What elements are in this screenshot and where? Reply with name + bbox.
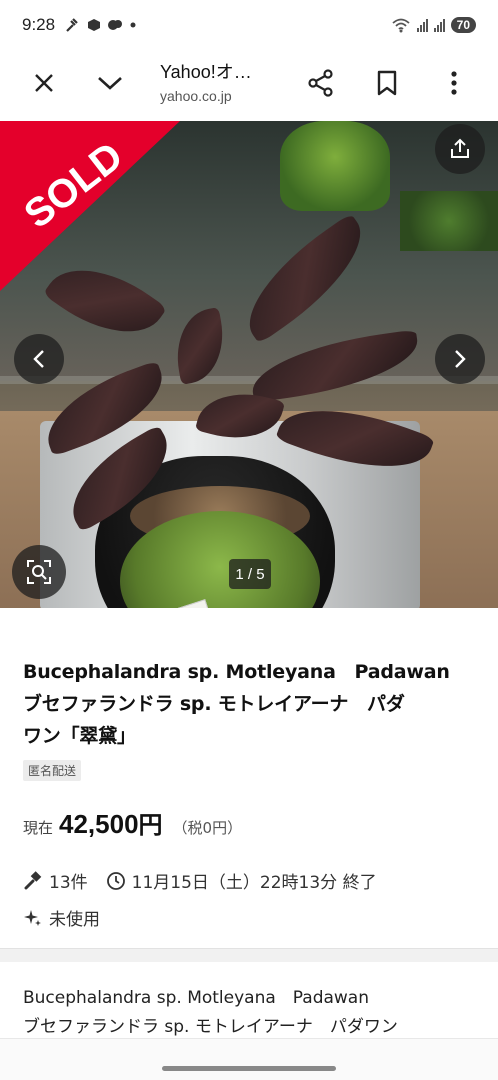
- previous-image-button[interactable]: [14, 334, 64, 384]
- chevron-right-icon: [455, 350, 466, 368]
- app-notification-icon: [88, 19, 101, 31]
- tax-amount: （税0円）: [172, 819, 243, 837]
- sold-ribbon: SOLD: [0, 121, 180, 291]
- price-value: 42,500: [59, 809, 139, 839]
- chevron-down-icon: [98, 77, 122, 90]
- browser-toolbar: Yahoo!オ… yahoo.co.jp: [0, 50, 498, 116]
- share-image-button[interactable]: [435, 124, 485, 174]
- description-line: Bucephalandra sp. Motleyana Padawan: [23, 988, 369, 1008]
- price-row: 現在 42,500円 （税0円）: [23, 805, 475, 840]
- bid-count[interactable]: 13件: [49, 868, 88, 893]
- wifi-icon: [392, 18, 410, 33]
- page-url: yahoo.co.jp: [160, 88, 232, 104]
- bookmark-icon: [377, 70, 397, 96]
- section-divider: [0, 948, 498, 962]
- image-search-button[interactable]: [12, 545, 66, 599]
- item-description: Bucephalandra sp. Motleyana Padawan ブセファ…: [23, 984, 483, 1042]
- page-title: Yahoo!オ…: [160, 62, 252, 82]
- item-title-line: ワン「翠黛」: [23, 725, 136, 747]
- status-notification-icons: [65, 17, 137, 33]
- product-image-carousel[interactable]: SOLD 1 / 5: [0, 121, 498, 608]
- status-bar: 9:28 70: [0, 0, 498, 50]
- background-plant-2: [400, 191, 498, 251]
- chat-notification-icon: [108, 20, 123, 30]
- anonymous-shipping-badge: 匿名配送: [23, 760, 82, 781]
- price-label: 現在: [23, 819, 54, 837]
- signal-icon: [416, 18, 428, 32]
- bookmark-button[interactable]: [365, 61, 409, 105]
- item-condition: 未使用: [49, 910, 100, 930]
- more-options-button[interactable]: [432, 61, 476, 105]
- end-time: 11月15日（土）22時13分 終了: [131, 873, 377, 893]
- chevron-left-icon: [33, 350, 44, 368]
- share-icon: [308, 69, 333, 97]
- gavel-icon: [66, 18, 78, 32]
- signal-icon-2: [433, 18, 445, 32]
- next-image-button[interactable]: [435, 334, 485, 384]
- share-button[interactable]: [299, 61, 343, 105]
- item-title-line: Bucephalandra sp. Motleyana Padawan: [23, 661, 450, 683]
- close-button[interactable]: [22, 61, 66, 105]
- bottom-bar: [0, 1038, 498, 1080]
- shelf-edge: [0, 376, 498, 384]
- page-title-area[interactable]: Yahoo!オ… yahoo.co.jp: [160, 58, 290, 104]
- status-time: 9:28: [22, 15, 56, 34]
- item-title: Bucephalandra sp. Motleyana Padawan ブセファ…: [23, 656, 475, 752]
- battery-indicator: 70: [450, 17, 476, 33]
- home-indicator[interactable]: [162, 1066, 336, 1071]
- condition-row: 未使用: [23, 905, 475, 930]
- close-icon: [35, 74, 53, 92]
- image-page-counter: 1 / 5: [229, 559, 271, 589]
- expand-button[interactable]: [88, 61, 132, 105]
- sparkle-icon: [24, 909, 41, 926]
- listing-info: Bucephalandra sp. Motleyana Padawan ブセファ…: [0, 608, 498, 930]
- auction-meta: 13件 11月15日（土）22時13分 終了: [23, 868, 475, 893]
- upload-share-icon: [451, 138, 469, 158]
- current-price: 42,500円: [59, 805, 163, 840]
- more-vert-icon: [451, 71, 457, 95]
- item-title-line: ブセファランドラ sp. モトレイアーナ パダ: [23, 693, 405, 715]
- lens-search-icon: [27, 560, 51, 584]
- gavel-icon: [24, 870, 42, 889]
- clock-icon: [106, 871, 125, 890]
- background-plant: [280, 121, 390, 211]
- more-dot-icon: [130, 22, 136, 28]
- price-unit: 円: [138, 812, 163, 839]
